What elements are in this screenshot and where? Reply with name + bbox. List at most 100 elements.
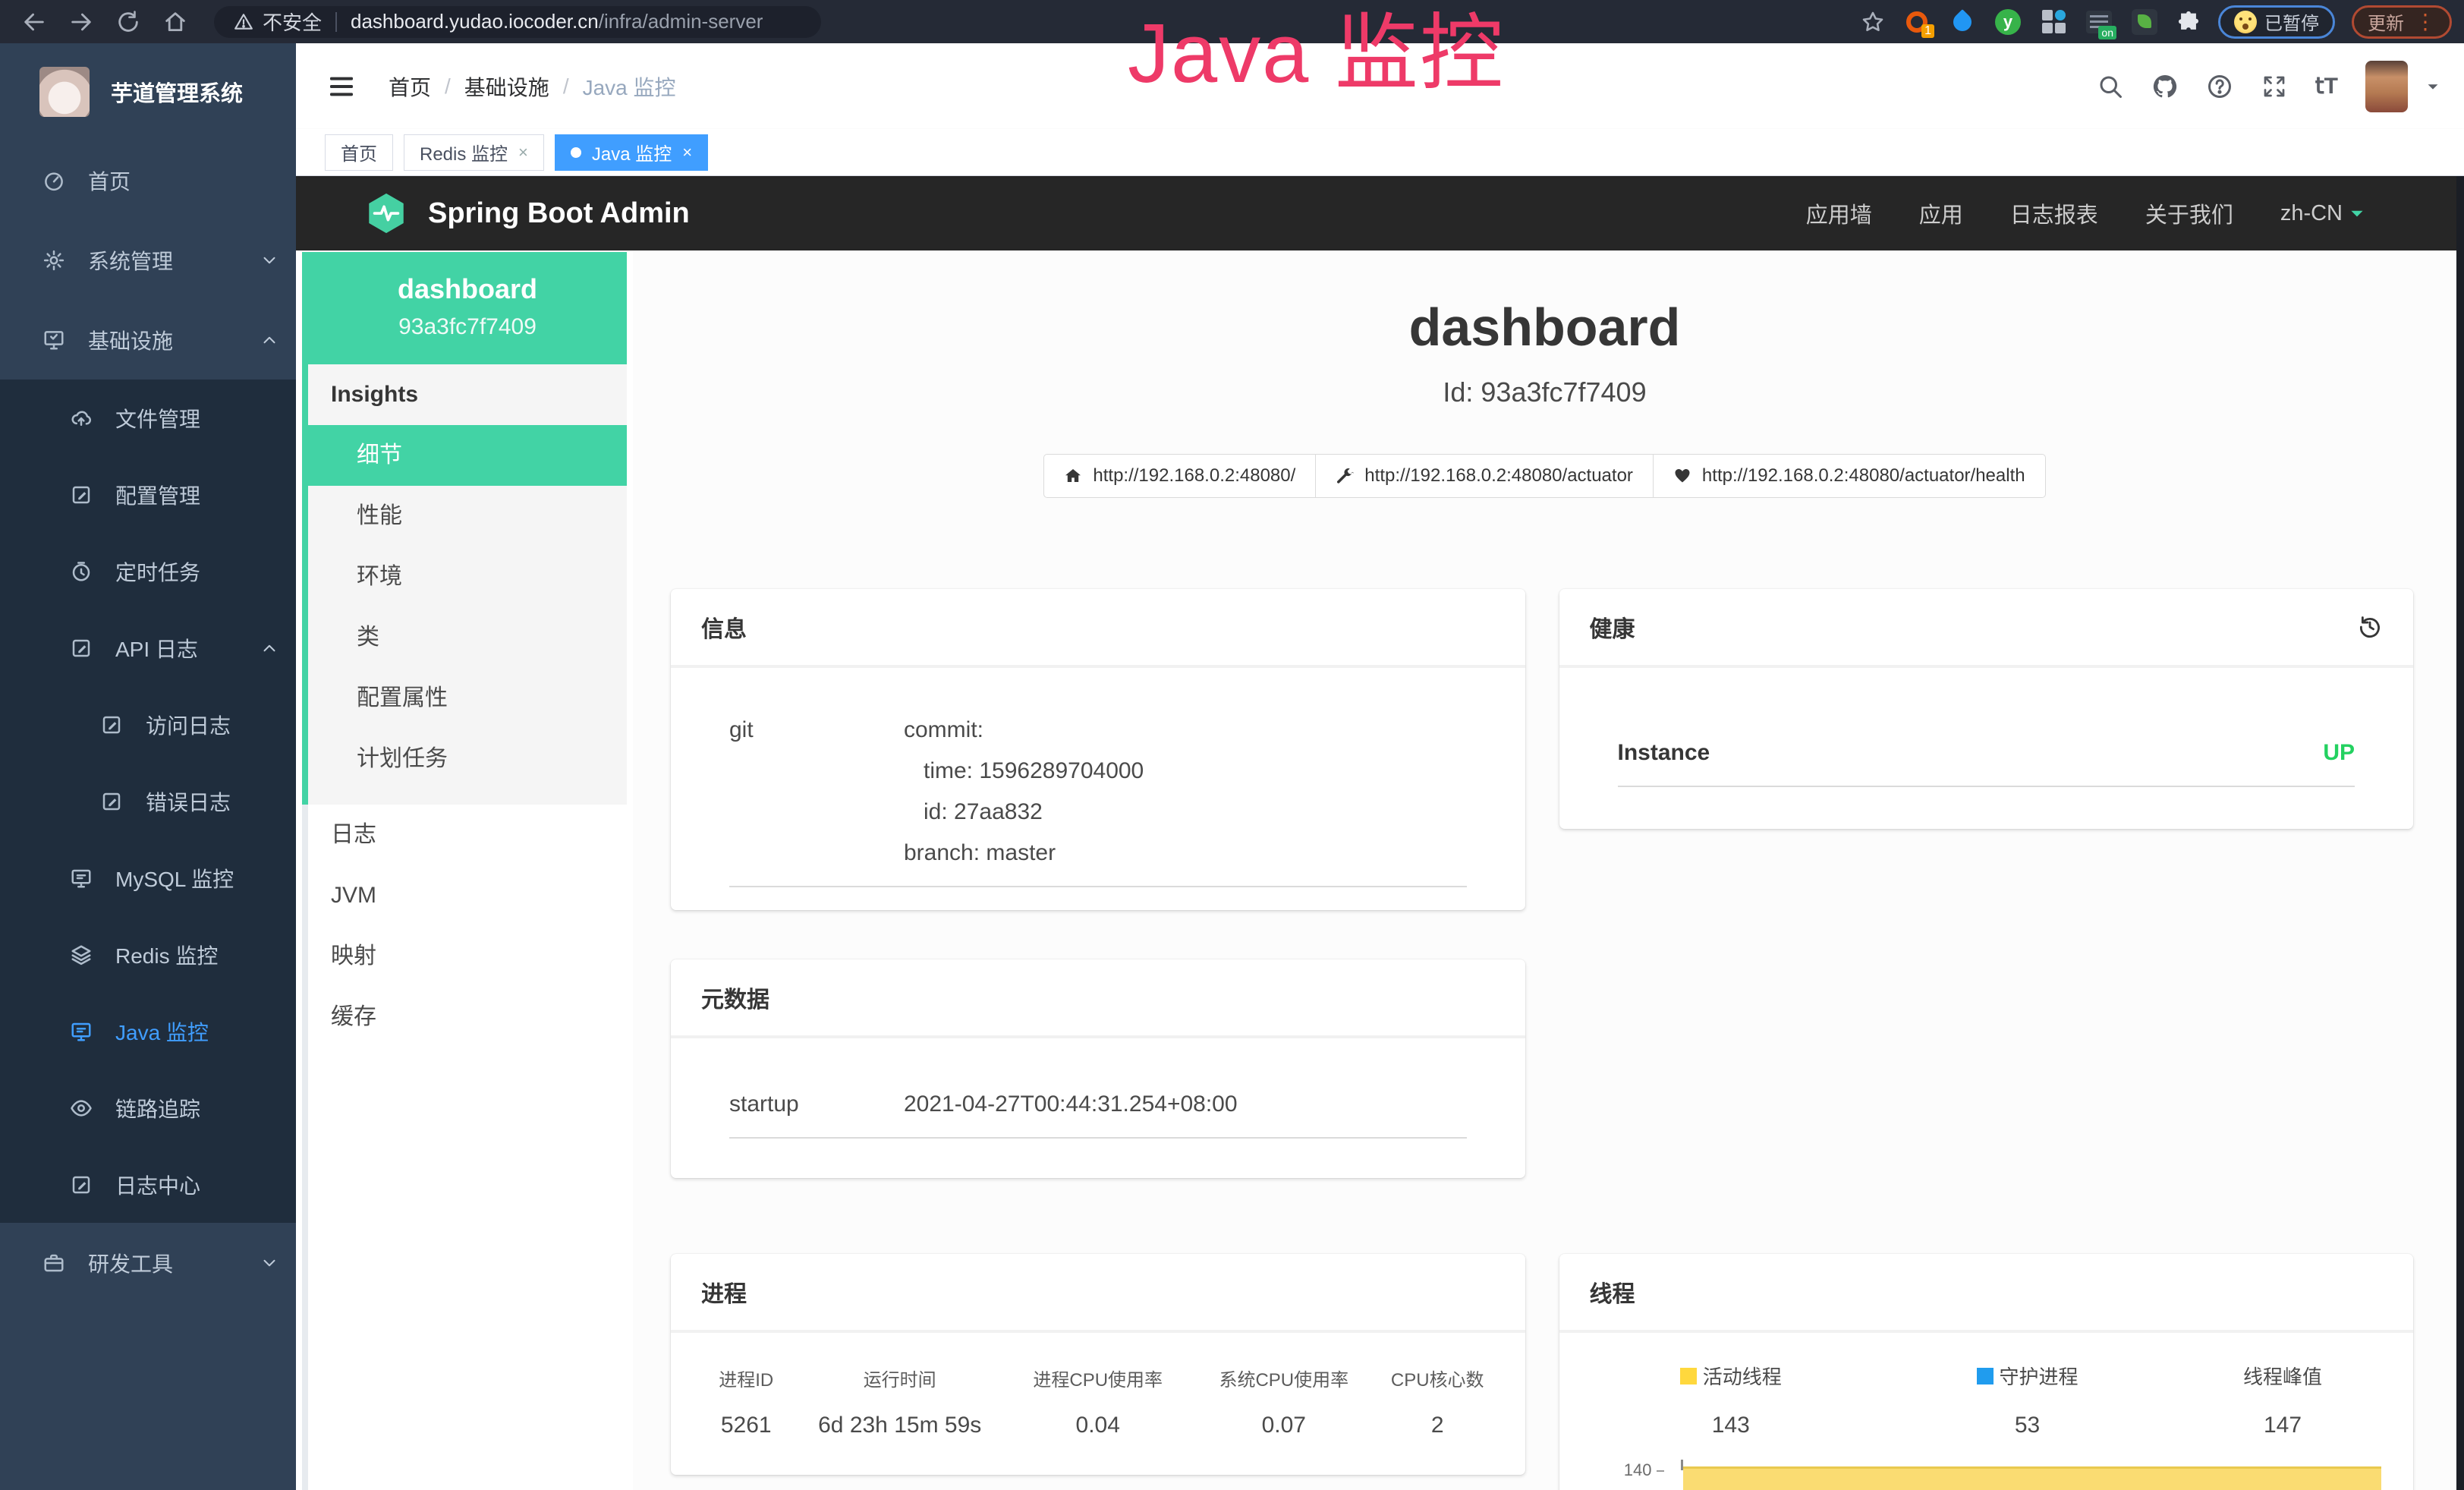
- sidebar-item-系统管理[interactable]: 系统管理: [0, 220, 296, 300]
- edit-icon: [70, 484, 93, 506]
- tab-close-icon[interactable]: ×: [518, 143, 528, 162]
- browser-forward-icon[interactable]: [68, 9, 94, 35]
- browser-address-bar[interactable]: 不安全 dashboard.yudao.iocoder.cn/infra/adm…: [214, 6, 821, 38]
- sba-sidebar-item-计划任务[interactable]: 计划任务: [308, 729, 627, 789]
- page-subtitle: Id: 93a3fc7f7409: [633, 376, 2456, 408]
- browser-back-icon[interactable]: [21, 9, 47, 35]
- sidebar-item-首页[interactable]: 首页: [0, 140, 296, 220]
- locale-caret-icon[interactable]: [2347, 203, 2367, 223]
- info-card-body: git commit:time: 1596289704000id: 27aa83…: [671, 668, 1525, 910]
- legend-label: 线程峰值: [2243, 1362, 2322, 1390]
- font-size-icon[interactable]: 𝗍T: [2315, 73, 2338, 99]
- insights-section-label: Insights: [308, 364, 627, 425]
- sba-sidebar-item-细节[interactable]: 细节: [302, 425, 627, 486]
- bookmark-star-icon[interactable]: [1860, 9, 1886, 35]
- health-row-label: Instance: [1618, 732, 2324, 773]
- browser-home-icon[interactable]: [162, 9, 188, 35]
- metadata-card-body: startup 2021-04-27T00:44:31.254+08:00: [671, 1038, 1525, 1178]
- sidebar-item-label: 定时任务: [115, 556, 200, 587]
- breadcrumb-item: Java 监控: [583, 71, 676, 102]
- sidebar-item-日志中心[interactable]: 日志中心: [0, 1146, 296, 1223]
- surprised-emoji-icon: [2234, 11, 2257, 33]
- extension-icon-leaf[interactable]: [2130, 8, 2159, 36]
- sidebar-item-配置管理[interactable]: 配置管理: [0, 456, 296, 533]
- sidebar-item-API 日志[interactable]: API 日志: [0, 610, 296, 686]
- sba-sidebar-item-JVM[interactable]: JVM: [308, 865, 627, 926]
- sidebar-item-基础设施[interactable]: 基础设施: [0, 300, 296, 380]
- threads-legend-values: 14353147: [1575, 1390, 2399, 1438]
- screenshot-root: 不安全 dashboard.yudao.iocoder.cn/infra/adm…: [0, 0, 2464, 1490]
- page-title: dashboard: [633, 298, 2456, 357]
- fullscreen-icon[interactable]: [2261, 73, 2288, 100]
- sidebar-item-定时任务[interactable]: 定时任务: [0, 533, 296, 610]
- sidebar-item-MySQL 监控[interactable]: MySQL 监控: [0, 840, 296, 916]
- sidebar-item-Java 监控[interactable]: Java 监控: [0, 993, 296, 1069]
- breadcrumb-item[interactable]: 首页: [389, 71, 431, 102]
- home-icon: [1064, 467, 1082, 485]
- instance-link-button[interactable]: http://192.168.0.2:48080/: [1043, 454, 1316, 498]
- history-icon[interactable]: [2357, 614, 2383, 640]
- sba-brand[interactable]: Spring Boot Admin: [428, 197, 690, 230]
- eye-icon: [70, 1097, 93, 1120]
- legend-swatch-icon: [1680, 1368, 1697, 1384]
- topbar: 首页/基础设施/Java 监控 𝗍T: [296, 43, 2464, 129]
- legend-value: 143: [1575, 1413, 1887, 1438]
- sidebar-item-文件管理[interactable]: 文件管理: [0, 380, 296, 456]
- extension-icon-orange[interactable]: 1: [1902, 8, 1931, 36]
- tab-close-icon[interactable]: ×: [682, 143, 692, 162]
- breadcrumb-separator: /: [445, 74, 451, 99]
- threads-legend: 活动线程守护进程线程峰值: [1575, 1362, 2399, 1390]
- profile-paused-pill[interactable]: 已暂停: [2218, 5, 2335, 39]
- sba-nav-应用[interactable]: 应用: [1919, 197, 1963, 229]
- extension-icon-grid[interactable]: [2039, 8, 2068, 36]
- sba-sidebar-item-映射[interactable]: 映射: [308, 926, 627, 987]
- sidebar-item-链路追踪[interactable]: 链路追踪: [0, 1069, 296, 1146]
- sba-nav-关于我们[interactable]: 关于我们: [2145, 197, 2233, 229]
- chevron-down-icon: [260, 250, 279, 270]
- sba-logo-icon[interactable]: [364, 191, 408, 235]
- sba-sidebar-item-类[interactable]: 类: [308, 607, 627, 668]
- github-icon[interactable]: [2151, 73, 2179, 100]
- sba-sidebar-item-缓存[interactable]: 缓存: [308, 987, 627, 1047]
- avatar-caret-icon[interactable]: [2425, 78, 2441, 95]
- extension-icon-pin[interactable]: [1948, 8, 1977, 36]
- extension-icon-switch[interactable]: on: [2085, 8, 2113, 36]
- sba-sidebar-item-日志[interactable]: 日志: [308, 805, 627, 865]
- process-table-header: 进程ID运行时间进程CPU使用率系统CPU使用率CPU核心数: [694, 1365, 1503, 1391]
- instance-header[interactable]: dashboard 93a3fc7f7409: [302, 252, 627, 364]
- instance-hero: dashboard Id: 93a3fc7f7409: [633, 250, 2456, 408]
- browser-update-button[interactable]: 更新 ⋮: [2352, 5, 2452, 39]
- screen-icon: [70, 1020, 93, 1043]
- sba-nav-日志报表[interactable]: 日志报表: [2010, 197, 2098, 229]
- user-avatar[interactable]: [2365, 61, 2408, 112]
- breadcrumb: 首页/基础设施/Java 监控: [389, 71, 676, 102]
- extension-icon-y[interactable]: y: [1994, 8, 2022, 36]
- tab-Redis 监控[interactable]: Redis 监控×: [404, 134, 544, 171]
- tab-Java 监控[interactable]: Java 监控×: [555, 134, 708, 171]
- sidebar-item-访问日志[interactable]: 访问日志: [0, 686, 296, 763]
- search-icon[interactable]: [2097, 73, 2124, 100]
- legend-value: 53: [1887, 1413, 2167, 1438]
- browser-scrollbar[interactable]: [2456, 176, 2464, 1490]
- sba-nav-应用墙[interactable]: 应用墙: [1806, 197, 1872, 229]
- extensions-puzzle-icon[interactable]: [2176, 9, 2201, 35]
- legend-label: 活动线程: [1703, 1362, 1782, 1390]
- sidebar-item-研发工具[interactable]: 研发工具: [0, 1223, 296, 1303]
- browser-reload-icon[interactable]: [115, 9, 141, 35]
- sba-sidebar-item-配置属性[interactable]: 配置属性: [308, 668, 627, 729]
- sba-locale-select[interactable]: zh-CN: [2280, 201, 2343, 226]
- security-label: 不安全: [263, 8, 322, 36]
- tab-首页[interactable]: 首页: [325, 134, 393, 171]
- kebab-menu-icon[interactable]: ⋮: [2415, 11, 2436, 33]
- sidebar-collapse-icon[interactable]: [326, 71, 357, 102]
- sidebar-item-错误日志[interactable]: 错误日志: [0, 763, 296, 840]
- instance-link-group: http://192.168.0.2:48080/http://192.168.…: [633, 454, 2456, 498]
- sba-sidebar-item-环境[interactable]: 环境: [308, 547, 627, 607]
- help-icon[interactable]: [2206, 73, 2233, 100]
- breadcrumb-item[interactable]: 基础设施: [464, 71, 549, 102]
- instance-link-button[interactable]: http://192.168.0.2:48080/actuator/health: [1653, 454, 2046, 498]
- app-logo-image: [39, 67, 90, 117]
- instance-link-button[interactable]: http://192.168.0.2:48080/actuator: [1315, 454, 1654, 498]
- sba-sidebar-item-性能[interactable]: 性能: [308, 486, 627, 547]
- sidebar-item-Redis 监控[interactable]: Redis 监控: [0, 916, 296, 993]
